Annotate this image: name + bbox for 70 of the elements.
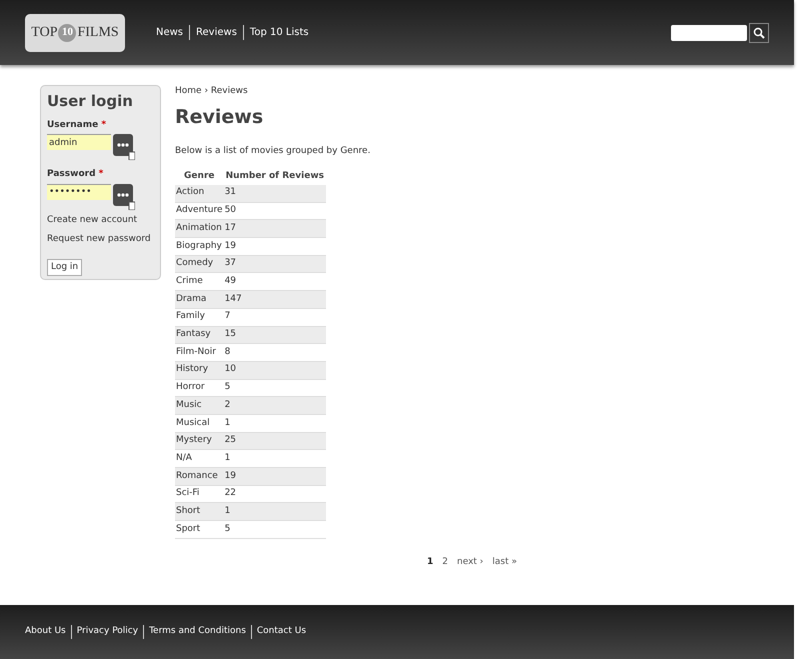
- intro-text: Below is a list of movies grouped by Genre.: [175, 145, 372, 158]
- table-cell: 49: [224, 272, 326, 291]
- table-cell: Musical: [175, 414, 224, 432]
- pager-link[interactable]: 1: [427, 556, 434, 570]
- table-cell: 8: [224, 344, 326, 362]
- footer-link[interactable]: Terms and Conditions: [143, 625, 251, 639]
- account-link[interactable]: Request new password: [47, 233, 154, 246]
- table-cell: Fantasy: [175, 326, 224, 344]
- table-cell: History: [175, 361, 224, 380]
- account-link[interactable]: Create new account: [47, 214, 154, 227]
- table-cell: 5: [224, 520, 326, 538]
- page-title: Reviews: [175, 104, 264, 130]
- field-label: Password *: [47, 168, 104, 181]
- table-cell: 19: [224, 468, 326, 486]
- input-field[interactable]: ••••••••: [47, 184, 111, 200]
- password-manager-icon[interactable]: [113, 184, 135, 210]
- table-cell: Romance: [175, 468, 224, 486]
- field-label: Username *: [47, 118, 108, 132]
- table-cell: 31: [224, 184, 326, 202]
- table-cell: Film-Noir: [175, 344, 224, 362]
- table-cell: 1: [224, 502, 326, 521]
- table-cell: Mystery: [175, 432, 224, 450]
- table-cell: Crime: [175, 272, 224, 291]
- search-icon: [753, 26, 765, 38]
- nav-link[interactable]: Top 10 Lists: [242, 25, 315, 40]
- table-cell: Biography: [175, 238, 224, 256]
- table-cell: 5: [224, 379, 326, 397]
- pager-link[interactable]: 2: [442, 556, 448, 570]
- table-cell: 50: [224, 202, 326, 220]
- table-cell: 7: [224, 308, 326, 326]
- table-cell: 22: [224, 485, 326, 503]
- column-header: Number of Reviews: [224, 170, 325, 183]
- table-cell: 10: [224, 361, 326, 380]
- table-cell: 147: [224, 290, 326, 308]
- pager-link[interactable]: last »: [492, 556, 518, 570]
- breadcrumb: Home › Reviews: [175, 85, 249, 98]
- search-button[interactable]: [749, 22, 769, 42]
- table-cell: 1: [224, 450, 326, 468]
- pager-link[interactable]: next ›: [457, 556, 484, 570]
- search-field[interactable]: [671, 24, 747, 40]
- footer-link[interactable]: About Us: [20, 625, 71, 639]
- table-cell: 25: [224, 432, 326, 450]
- table-cell: Family: [175, 308, 224, 326]
- nav-link[interactable]: Reviews: [189, 25, 243, 40]
- table-cell: 1: [224, 414, 326, 432]
- table-cell: 2: [224, 396, 326, 414]
- panel-title: User login: [47, 91, 134, 112]
- table-cell: Action: [175, 184, 224, 202]
- table-cell: 19: [224, 238, 326, 256]
- table-cell: 17: [224, 220, 326, 238]
- login-button[interactable]: Log in: [47, 258, 82, 276]
- logo[interactable]: TOP 10 FILMS: [25, 14, 125, 52]
- table-cell: Animation: [175, 220, 224, 238]
- nav-link[interactable]: News: [150, 25, 190, 40]
- password-manager-icon[interactable]: [113, 134, 135, 160]
- input-field[interactable]: admin: [47, 134, 111, 150]
- table-cell: Sport: [175, 520, 224, 538]
- table-cell: Drama: [175, 290, 224, 308]
- table-cell: Comedy: [175, 255, 224, 273]
- table-cell: Sci-Fi: [175, 485, 224, 503]
- footer-link[interactable]: Privacy Policy: [70, 625, 144, 639]
- table-cell: Short: [175, 502, 224, 521]
- table-cell: Horror: [175, 379, 224, 397]
- footer-link[interactable]: Contact Us: [250, 625, 312, 639]
- table-cell: Music: [175, 396, 224, 414]
- column-header: Genre: [183, 170, 216, 183]
- table-cell: Adventure: [175, 202, 224, 220]
- table-cell: 37: [224, 255, 326, 273]
- table-cell: 15: [224, 326, 326, 344]
- table-cell: N/A: [175, 450, 224, 468]
